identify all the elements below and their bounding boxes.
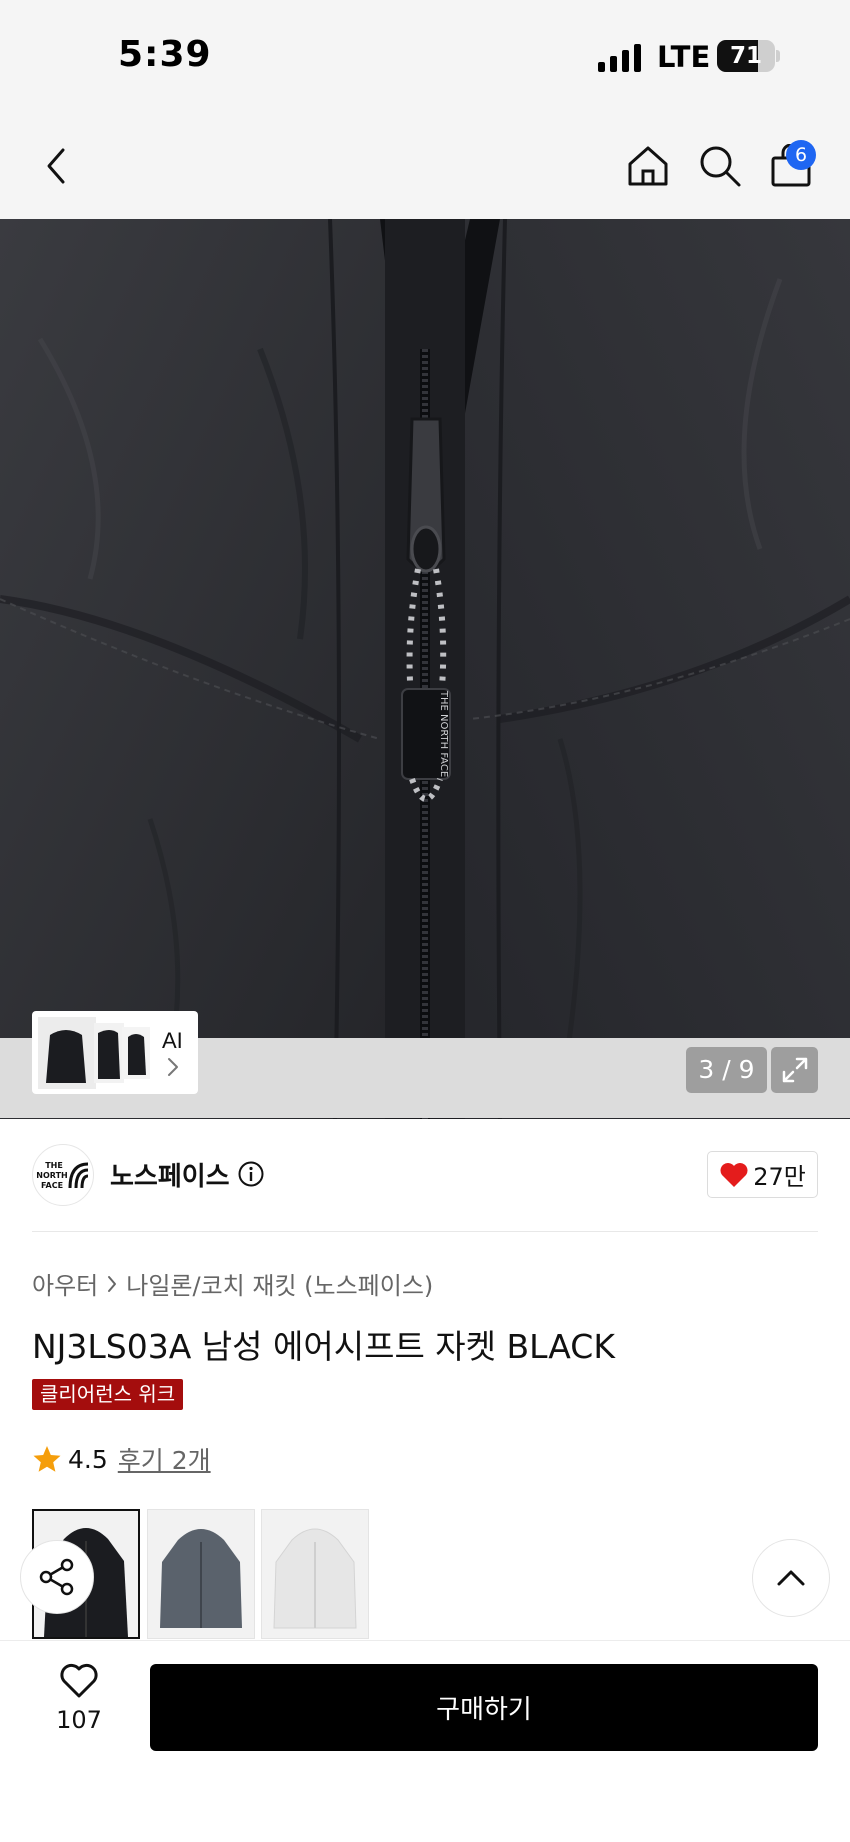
image-counter: 3 / 9 [686, 1047, 767, 1093]
chevron-right-icon [168, 1058, 178, 1076]
product-image[interactable]: THE NORTH FACE [0, 219, 850, 1119]
rating-row: 4.5 후기 2개 [32, 1442, 211, 1476]
divider [32, 1231, 818, 1232]
buy-button[interactable]: 구매하기 [150, 1664, 818, 1751]
chevron-up-icon [777, 1570, 805, 1586]
heart-filled-icon [720, 1162, 748, 1187]
breadcrumb-item-outer[interactable]: 아우터 [32, 1266, 98, 1301]
battery-icon: 71 [717, 40, 780, 72]
brand-logo[interactable]: THE NORTH FACE [32, 1144, 94, 1206]
the-north-face-logo: THE NORTH FACE [36, 1161, 89, 1190]
breadcrumb-item-category[interactable]: 나일론/코치 재킷 (노스페이스) [126, 1266, 433, 1301]
color-swatch-white[interactable] [261, 1509, 369, 1639]
chevron-right-icon [108, 1275, 117, 1292]
jacket-gray-thumbnail [160, 1529, 242, 1628]
product-title: NJ3LS03A 남성 에어시프트 자켓 BLACK [32, 1327, 615, 1366]
search-button[interactable] [694, 140, 746, 192]
home-button[interactable] [622, 140, 674, 192]
svg-text:THE: THE [45, 1161, 63, 1170]
cart-count-badge: 6 [786, 140, 816, 170]
expand-icon [782, 1057, 807, 1083]
star-icon [33, 1446, 61, 1472]
network-label: LTE [657, 40, 711, 74]
chevron-left-icon [47, 148, 65, 184]
review-link[interactable]: 후기 2개 [118, 1441, 211, 1477]
brand-like-button[interactable]: 27만 [707, 1151, 818, 1198]
breadcrumb: 아우터 나일론/코치 재킷 (노스페이스) [32, 1266, 433, 1301]
color-swatch-gray[interactable] [147, 1509, 255, 1639]
svg-text:THE NORTH FACE: THE NORTH FACE [438, 690, 449, 777]
jacket-zipper-photo: THE NORTH FACE [0, 219, 850, 1119]
back-button[interactable] [30, 140, 82, 192]
rating-value: 4.5 [68, 1444, 108, 1474]
svg-text:FACE: FACE [41, 1181, 63, 1190]
status-time: 5:39 [118, 34, 212, 75]
wishlist-button[interactable]: 107 [40, 1662, 118, 1742]
ai-label: AI [162, 1028, 183, 1053]
home-icon [628, 146, 668, 186]
heart-outline-icon [60, 1663, 98, 1698]
signal-icon [598, 44, 641, 72]
jacket-white-thumbnail [273, 1528, 357, 1629]
share-icon [39, 1558, 74, 1596]
brand-name[interactable]: 노스페이스 [110, 1156, 230, 1193]
info-icon[interactable] [238, 1161, 264, 1187]
wishlist-count: 107 [56, 1706, 102, 1734]
top-nav-bar [0, 110, 850, 219]
search-icon [700, 146, 741, 187]
svg-text:NORTH: NORTH [36, 1171, 67, 1180]
promo-tag: 클리어런스 위크 [32, 1379, 184, 1410]
share-button[interactable] [20, 1540, 94, 1614]
status-bar: 5:39 LTE 71 [0, 0, 850, 110]
brand-like-count: 27만 [753, 1163, 806, 1191]
ai-thumbnails [38, 1017, 150, 1089]
battery-level: 71 [729, 43, 762, 69]
scroll-to-top-button[interactable] [752, 1539, 830, 1617]
expand-button[interactable] [771, 1047, 818, 1093]
